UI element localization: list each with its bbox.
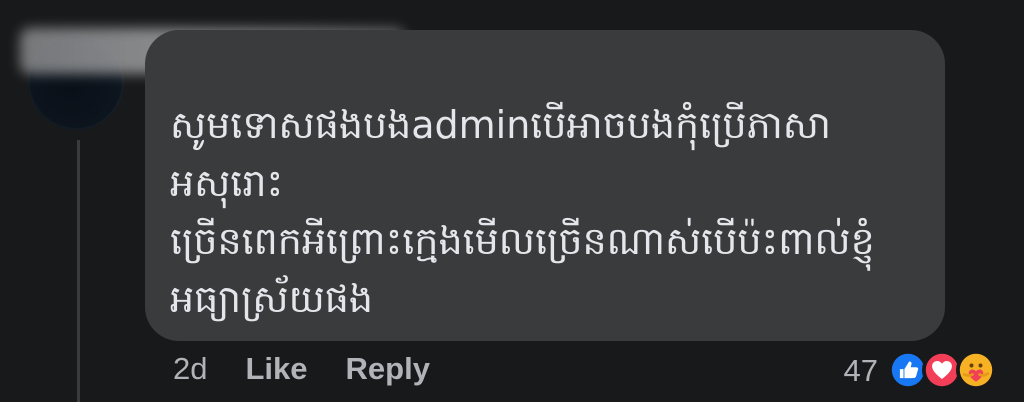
thread-line: [77, 140, 80, 402]
comment-actions: 2d Like Reply: [173, 353, 430, 384]
care-icon: [956, 350, 996, 390]
comment-time[interactable]: 2d: [173, 353, 207, 384]
reaction-count: 47: [843, 352, 878, 388]
like-button[interactable]: Like: [245, 353, 307, 384]
reaction-summary[interactable]: 47: [844, 350, 996, 390]
reaction-icons: [888, 350, 996, 390]
reply-button[interactable]: Reply: [346, 353, 430, 384]
comment-text: សូមទោសផងបងadminបើអាចបងកុំប្រើភាសាអសុរោះ …: [170, 103, 875, 321]
